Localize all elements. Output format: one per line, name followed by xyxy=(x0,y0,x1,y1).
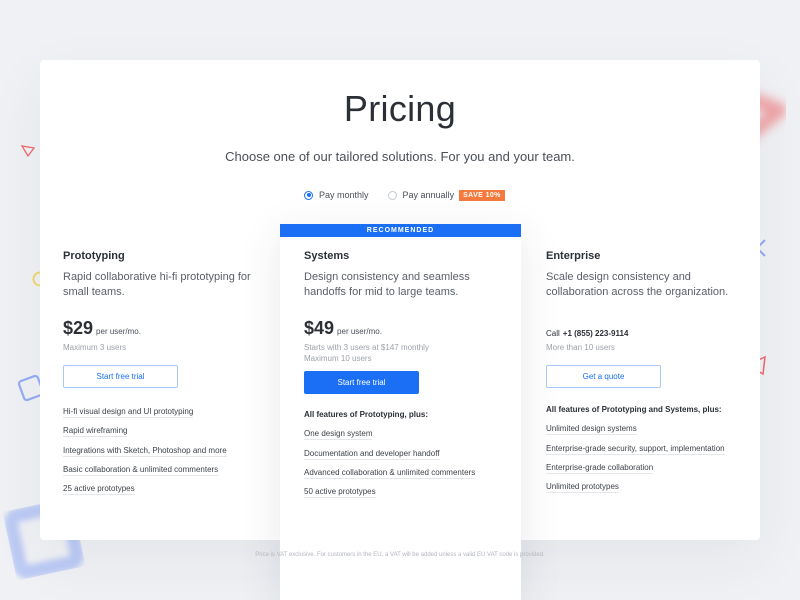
plan-description: Rapid collaborative hi-fi prototyping fo… xyxy=(63,271,251,298)
feature-list: All features of Prototyping, plus: One d… xyxy=(304,409,514,505)
call-label: Call xyxy=(546,329,560,338)
feature-item: Basic collaboration & unlimited commente… xyxy=(63,464,219,476)
plan-description: Design consistency and seamless handoffs… xyxy=(304,271,470,298)
feature-item: Unlimited design systems xyxy=(546,424,637,436)
plan-enterprise: Enterprise Scale design consistency and … xyxy=(546,250,756,500)
plan-prototyping: Prototyping Rapid collaborative hi-fi pr… xyxy=(63,250,273,502)
price-row: $49 per user/mo. xyxy=(304,318,514,340)
save-badge: SAVE 10% xyxy=(459,189,505,201)
feature-item: Unlimited prototypes xyxy=(546,482,619,494)
price-row: $29 per user/mo. xyxy=(63,318,273,340)
page-subtitle: Choose one of our tailored solutions. Fo… xyxy=(225,149,575,164)
pay-monthly-label: Pay monthly xyxy=(319,190,369,200)
triangle-shape xyxy=(20,145,36,158)
billing-toggle: Pay monthly Pay annually SAVE 10% xyxy=(304,188,505,202)
feature-list: All features of Prototyping and Systems,… xyxy=(546,404,756,500)
radio-monthly[interactable] xyxy=(304,190,313,200)
plan-systems: Systems Design consistency and seamless … xyxy=(304,250,514,505)
feature-item: 25 active prototypes xyxy=(63,484,135,496)
feature-item: Enterprise-grade security, support, impl… xyxy=(546,443,725,455)
plan-name: Enterprise xyxy=(546,250,601,262)
feature-item: Rapid wireframing xyxy=(63,426,128,438)
price-unit: per user/mo. xyxy=(337,327,382,336)
pricing-card: Pricing Choose one of our tailored solut… xyxy=(40,60,760,600)
start-free-trial-button[interactable]: Start free trial xyxy=(63,365,178,388)
feature-item: Documentation and developer handoff xyxy=(304,448,440,460)
phone-number[interactable]: +1 (855) 223-9114 xyxy=(563,329,629,338)
plan-meta: Maximum 3 users xyxy=(63,343,127,352)
plan-meta: Maximum 10 users xyxy=(304,354,372,363)
radio-annually[interactable] xyxy=(387,190,397,200)
feature-item: Integrations with Sketch, Photoshop and … xyxy=(63,445,227,457)
get-a-quote-button[interactable]: Get a quote xyxy=(546,365,661,388)
feature-item: Hi-fi visual design and UI prototyping xyxy=(63,407,194,418)
recommended-banner: RECOMMENDED xyxy=(280,224,521,237)
plan-description: Scale design consistency and collaborati… xyxy=(546,271,729,298)
features-heading: All features of Prototyping and Systems,… xyxy=(546,405,722,414)
feature-item: One design system xyxy=(304,429,373,441)
start-free-trial-button[interactable]: Start free trial xyxy=(304,371,419,394)
feature-item: 50 active prototypes xyxy=(304,487,376,499)
call-row: Call +1 (855) 223-9114 xyxy=(546,318,756,340)
plan-meta: More than 10 users xyxy=(546,343,615,352)
plan-price: $49 xyxy=(304,318,335,338)
feature-item: Enterprise-grade collaboration xyxy=(546,462,654,474)
price-unit: per user/mo. xyxy=(96,327,141,336)
vat-footnote: Price is VAT exclusive. For customers in… xyxy=(255,552,545,558)
features-heading: All features of Prototyping, plus: xyxy=(304,410,429,419)
plan-price: $29 xyxy=(63,318,94,338)
plan-meta: Starts with 3 users at $147 monthly xyxy=(304,343,429,352)
pay-annually-label: Pay annually xyxy=(402,190,455,200)
pay-monthly-option[interactable]: Pay monthly xyxy=(304,190,369,200)
feature-list: Hi-fi visual design and UI prototyping R… xyxy=(63,406,273,502)
plan-name: Prototyping xyxy=(63,250,125,262)
plan-name: Systems xyxy=(304,250,350,262)
feature-item: Advanced collaboration & unlimited comme… xyxy=(304,467,476,479)
page-title: Pricing xyxy=(343,88,457,129)
pay-annually-option[interactable]: Pay annually xyxy=(387,190,455,200)
